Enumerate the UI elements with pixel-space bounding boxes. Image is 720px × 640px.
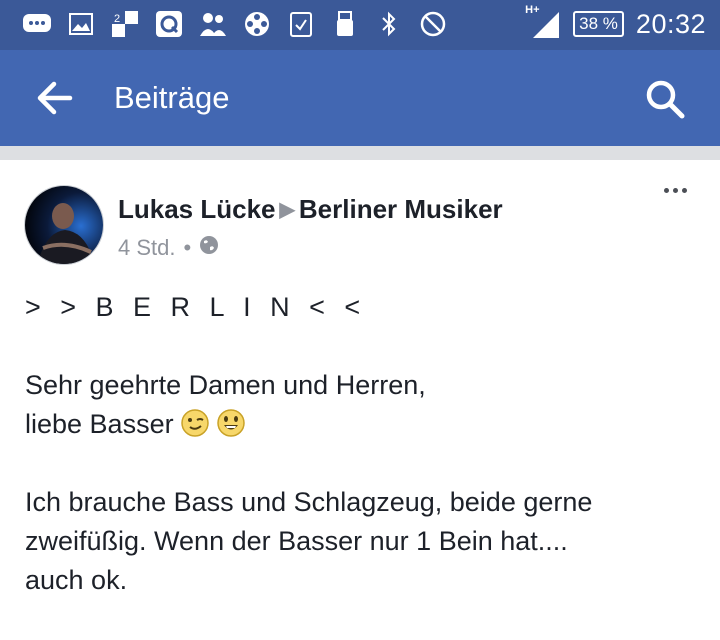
post-meta: 4 Std. •	[118, 235, 219, 261]
more-options-icon[interactable]	[664, 188, 690, 198]
globe-icon	[199, 235, 219, 261]
post-line: liebe Basser	[25, 409, 174, 439]
app-2-notification-icon: 2	[110, 9, 140, 39]
usb-icon	[330, 9, 360, 39]
chat-notification-icon	[22, 9, 52, 39]
clock: 20:32	[635, 8, 706, 39]
post-card: Lukas Lücke ▶ Berliner Musiker 4 Std. • > …	[0, 160, 720, 640]
shared-to-arrow-icon: ▶	[279, 199, 295, 221]
back-arrow-icon[interactable]	[34, 78, 74, 118]
post-line: auch ok.	[25, 565, 128, 595]
post-time[interactable]: 4 Std.	[118, 235, 175, 261]
feed-separator	[0, 146, 720, 160]
app-bar: Beiträge	[0, 50, 720, 146]
signal-icon: H+	[525, 4, 561, 40]
gallery-notification-icon	[66, 9, 96, 39]
post-line: zweifüßig. Wenn der Basser nur 1 Bein ha…	[25, 526, 568, 556]
people-notification-icon	[198, 9, 228, 39]
post-line: Ich brauche Bass und Schlagzeug, beide g…	[25, 487, 593, 517]
author-avatar[interactable]	[24, 185, 104, 265]
post-line: Sehr geehrte Damen und Herren,	[25, 370, 426, 400]
page-title: Beiträge	[114, 80, 230, 115]
battery-indicator: 38 %	[573, 11, 624, 37]
do-not-disturb-icon	[418, 9, 448, 39]
post-headline: > > B E R L I N < <	[25, 292, 367, 322]
clipboard-check-icon	[286, 9, 316, 39]
post-body: > > B E R L I N < < Sehr geehrte Damen u…	[25, 288, 705, 600]
search-icon[interactable]	[644, 78, 686, 120]
author-name[interactable]: Lukas Lücke	[118, 194, 276, 224]
meta-separator: •	[183, 235, 192, 260]
group-name[interactable]: Berliner Musiker	[299, 194, 503, 224]
status-bar: 2 H+ 38 % 20:32	[0, 0, 720, 50]
bluetooth-icon	[374, 9, 404, 39]
post-header: Lukas Lücke ▶ Berliner Musiker	[118, 194, 503, 225]
q-app-notification-icon	[154, 9, 184, 39]
post-line-with-emoji: liebe Basser	[25, 405, 705, 444]
svg-text:2: 2	[114, 13, 120, 25]
wink-emoji-icon	[180, 408, 210, 438]
grin-emoji-icon	[216, 408, 246, 438]
film-reel-notification-icon	[242, 9, 272, 39]
